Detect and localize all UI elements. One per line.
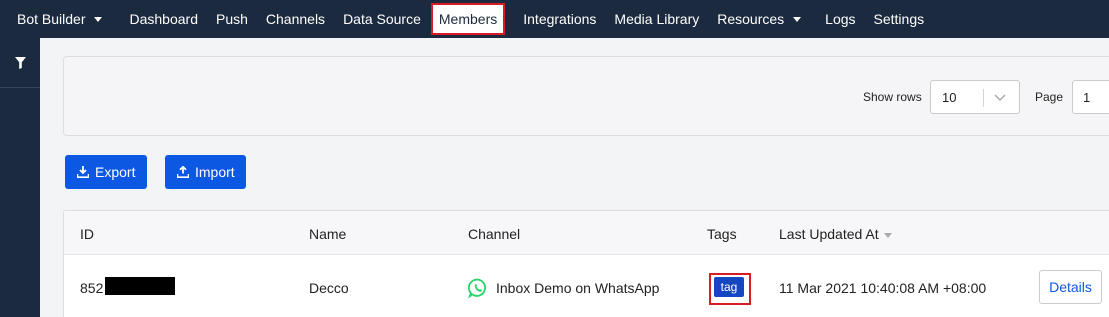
redacted-id-block [105, 277, 175, 295]
nav-members[interactable]: Members [430, 0, 506, 38]
column-header-tags[interactable]: Tags [707, 226, 737, 242]
details-button[interactable]: Details [1039, 270, 1102, 304]
import-button-label: Import [195, 164, 235, 180]
tag-badge[interactable]: tag [714, 277, 744, 297]
nav-members-label: Members [430, 3, 506, 35]
select-separator [983, 89, 984, 107]
nav-resources-label: Resources [717, 11, 785, 27]
filter-panel: Show rows 10 Page 1 [63, 56, 1109, 136]
member-channel: Inbox Demo on WhatsApp [468, 278, 659, 298]
filter-toggle[interactable] [0, 38, 40, 88]
nav-media-library[interactable]: Media Library [605, 0, 708, 38]
export-button[interactable]: Export [65, 155, 147, 189]
page-label: Page [1035, 90, 1064, 104]
nav-integrations[interactable]: Integrations [514, 0, 605, 38]
table-header: ID Name Channel Tags Last Updated At [64, 211, 1109, 255]
column-header-last-updated-label: Last Updated At [779, 226, 879, 242]
nav-data-source[interactable]: Data Source [334, 0, 430, 38]
nav-settings[interactable]: Settings [865, 0, 934, 38]
nav-logs-label: Logs [825, 11, 856, 27]
column-header-channel[interactable]: Channel [468, 226, 520, 242]
nav-integrations-label: Integrations [523, 11, 597, 27]
nav-settings-label: Settings [873, 11, 925, 27]
upload-icon [177, 166, 189, 178]
page-value: 1 [1083, 90, 1091, 105]
top-navigation: Bot Builder Dashboard Push Channels Data… [0, 0, 1109, 38]
whatsapp-icon [468, 278, 486, 298]
sidebar [0, 38, 40, 317]
member-name: Decco [309, 280, 349, 296]
nav-channels-label: Channels [265, 11, 326, 27]
chevron-down-icon [994, 94, 1006, 101]
filter-icon [14, 56, 26, 69]
nav-push-label: Push [215, 11, 248, 27]
chevron-down-icon [793, 16, 802, 22]
member-last-updated: 11 Mar 2021 10:40:08 AM +08:00 [779, 280, 987, 296]
page-input[interactable]: 1 [1072, 80, 1109, 114]
column-header-name[interactable]: Name [309, 226, 346, 242]
member-id: 852 [80, 280, 104, 296]
download-icon [77, 166, 89, 178]
show-rows-select[interactable]: 10 [930, 80, 1020, 114]
nav-logs[interactable]: Logs [816, 0, 864, 38]
import-button[interactable]: Import [165, 155, 246, 189]
show-rows-label: Show rows [863, 90, 922, 104]
column-header-id[interactable]: ID [80, 226, 94, 242]
nav-resources[interactable]: Resources [708, 0, 810, 38]
chevron-down-icon [94, 16, 103, 22]
sort-desc-icon[interactable] [883, 232, 892, 238]
members-table: ID Name Channel Tags Last Updated At 852… [63, 210, 1109, 317]
nav-push[interactable]: Push [207, 0, 257, 38]
show-rows-value: 10 [942, 90, 957, 105]
nav-media-library-label: Media Library [614, 11, 700, 27]
export-button-label: Export [95, 164, 136, 180]
nav-data-source-label: Data Source [343, 11, 421, 27]
nav-bot-builder-label: Bot Builder [17, 11, 86, 27]
column-header-last-updated[interactable]: Last Updated At [779, 226, 892, 242]
nav-channels[interactable]: Channels [257, 0, 334, 38]
member-channel-label: Inbox Demo on WhatsApp [496, 280, 660, 296]
nav-bot-builder[interactable]: Bot Builder [0, 0, 111, 38]
nav-dashboard-label: Dashboard [129, 11, 198, 27]
nav-dashboard[interactable]: Dashboard [120, 0, 207, 38]
